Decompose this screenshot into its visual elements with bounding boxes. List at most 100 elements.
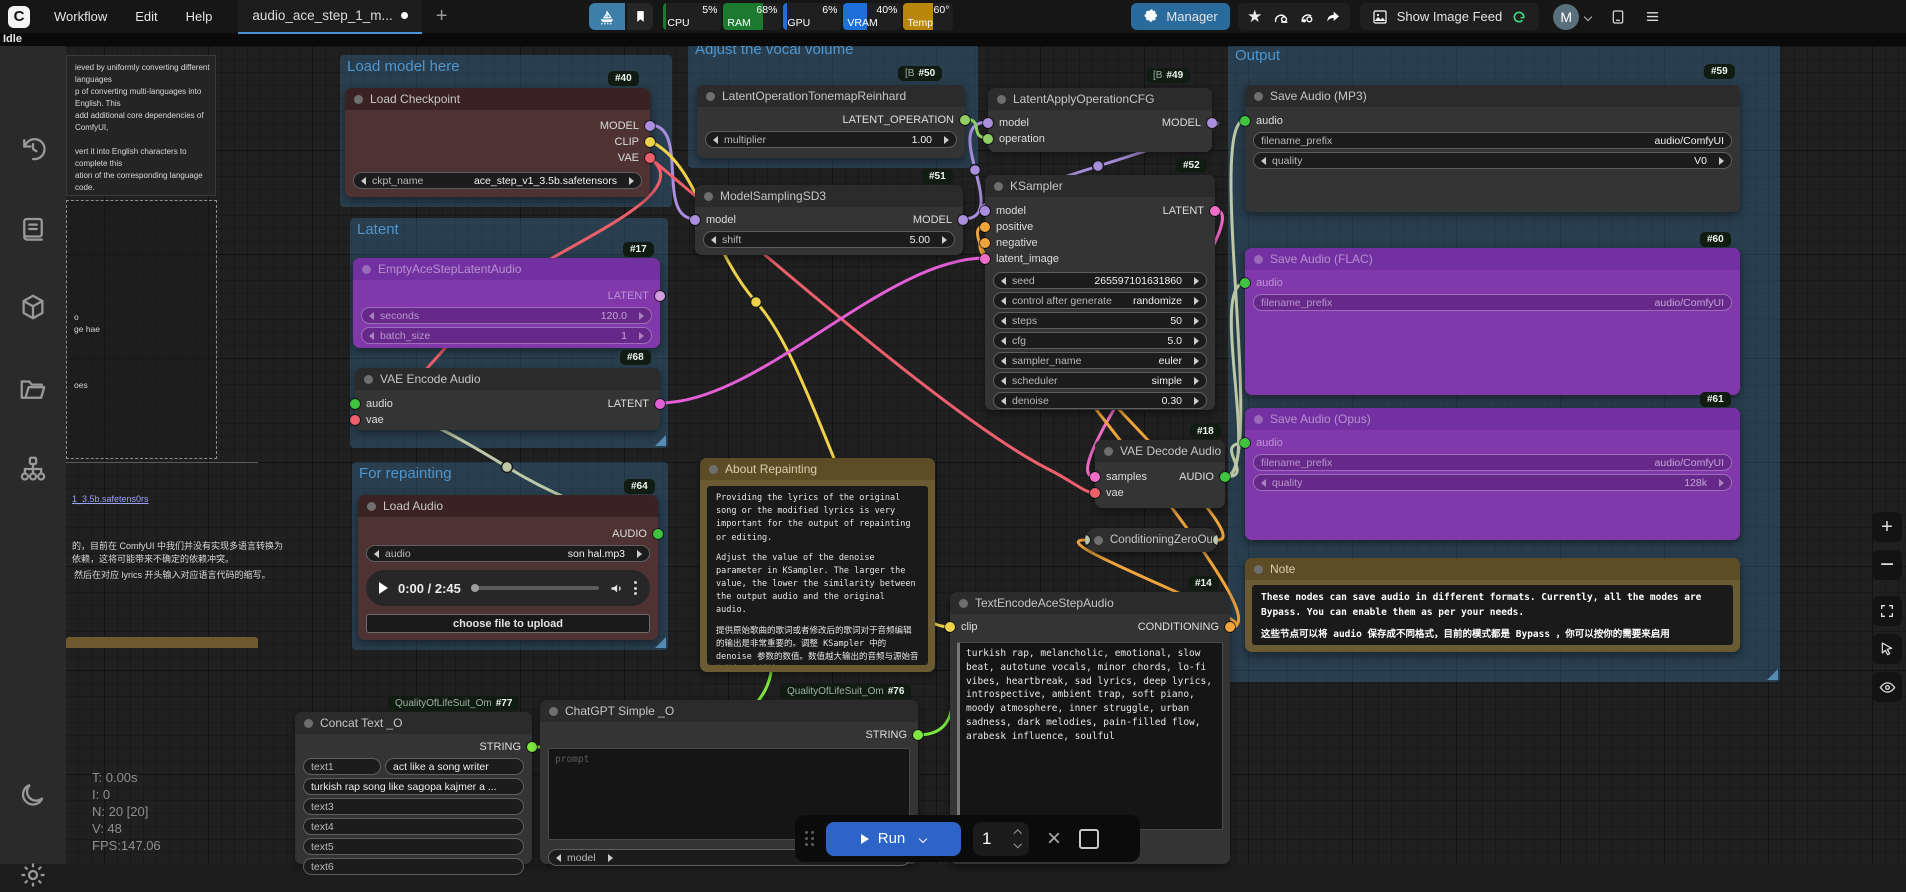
comfyui-logo-icon[interactable]: C — [8, 5, 30, 28]
batch-count-input[interactable]: 1 — [973, 821, 1029, 856]
widget-scheduler[interactable]: scheduler simple — [993, 372, 1207, 389]
next-arrow-icon[interactable] — [1194, 276, 1199, 285]
next-arrow-icon[interactable] — [629, 176, 634, 185]
output-pin-vae[interactable] — [645, 153, 655, 163]
input-pin-audio[interactable] — [1240, 438, 1250, 448]
prev-arrow-icon[interactable] — [1001, 296, 1006, 305]
next-arrow-icon[interactable] — [639, 331, 644, 340]
output-pin-latent[interactable] — [655, 291, 665, 301]
widget-text1-label[interactable]: text1 — [303, 758, 381, 775]
next-arrow-icon[interactable] — [1194, 336, 1199, 345]
node-map-icon[interactable] — [16, 452, 50, 486]
prev-arrow-icon[interactable] — [1001, 336, 1006, 345]
next-arrow-icon[interactable] — [944, 135, 949, 144]
input-pin-model[interactable] — [983, 118, 993, 128]
select-mode-button[interactable] — [1872, 634, 1902, 664]
favorites-star-icon[interactable]: ★ — [1242, 4, 1268, 30]
next-arrow-icon[interactable] — [637, 549, 642, 558]
workflow-tab[interactable]: audio_ace_step_1_m... — [238, 0, 422, 34]
prev-arrow-icon[interactable] — [374, 549, 379, 558]
fit-view-button[interactable] — [1872, 596, 1902, 626]
node-save-audio-mp3[interactable]: Save Audio (MP3) audio filename_prefix au… — [1240, 85, 1740, 212]
collapse-dot-icon[interactable] — [959, 598, 968, 608]
kebab-menu-icon[interactable] — [634, 581, 637, 595]
output-pin-latent-operation[interactable] — [960, 115, 970, 125]
widget-text5[interactable]: text5 — [303, 838, 524, 855]
manager-button[interactable]: Manager — [1131, 3, 1230, 30]
chevron-down-icon[interactable] — [1584, 12, 1593, 21]
audio-player[interactable]: 0:00 / 2:45 — [366, 570, 650, 606]
input-pin-audio[interactable] — [1240, 116, 1250, 126]
input-pin-vae[interactable] — [350, 415, 360, 425]
output-pin-latent[interactable] — [1210, 206, 1220, 216]
output-pin-clip[interactable] — [645, 137, 655, 147]
collapse-dot-icon[interactable] — [709, 464, 718, 474]
widget-filename-prefix[interactable]: filename_prefix audio/ComfyUI — [1253, 294, 1732, 311]
widget-filename-prefix[interactable]: filename_prefix audio/ComfyUI — [1253, 454, 1732, 471]
hidden-note-titlebar[interactable] — [66, 637, 258, 648]
output-pin-model[interactable] — [958, 215, 968, 225]
node-empty-ace-step-latent-audio[interactable]: EmptyAceStepLatentAudio LATENT seconds 12… — [353, 258, 665, 348]
collapse-dot-icon[interactable] — [364, 374, 373, 384]
widget-multiplier[interactable]: multiplier 1.00 — [705, 131, 957, 148]
collapse-dot-icon[interactable] — [1254, 254, 1263, 264]
bookmark-button[interactable] — [627, 3, 654, 30]
node-latent-operation-tonemap[interactable]: LatentOperationTonemapReinhard LATENT_OP… — [697, 85, 970, 158]
group-resize-handle[interactable] — [655, 637, 666, 648]
widget-quality[interactable]: quality V0 — [1253, 152, 1732, 169]
widget-shift[interactable]: shift 5.00 — [703, 231, 955, 248]
run-button[interactable]: Run — [826, 821, 961, 856]
volume-icon[interactable] — [609, 581, 624, 596]
node-load-audio[interactable]: Load Audio AUDIO audio son hal.mp3 0:00 /… — [358, 495, 663, 640]
widget-text3[interactable]: text3 — [303, 798, 524, 815]
widget-audio-file[interactable]: audio son hal.mp3 — [366, 545, 650, 562]
collapse-dot-icon[interactable] — [1104, 446, 1113, 456]
prev-arrow-icon[interactable] — [713, 135, 718, 144]
widget-denoise[interactable]: denoise 0.30 — [993, 392, 1207, 409]
node-concat-text[interactable]: Concat Text _O STRING text1 act like a s… — [295, 712, 537, 875]
collapse-dot-icon[interactable] — [1254, 564, 1263, 574]
nodes-map-button[interactable] — [589, 3, 626, 30]
step-down-icon[interactable] — [1013, 839, 1022, 848]
input-pin-samples[interactable] — [1090, 472, 1100, 482]
next-arrow-icon[interactable] — [639, 311, 644, 320]
next-arrow-icon[interactable] — [1194, 376, 1199, 385]
output-pin-audio[interactable] — [653, 529, 663, 539]
prev-arrow-icon[interactable] — [1001, 376, 1006, 385]
hamburger-menu-icon[interactable] — [1639, 4, 1665, 30]
play-icon[interactable] — [379, 582, 388, 594]
node-model-sampling-sd3[interactable]: ModelSamplingSD3 model MODEL shift 5.00 — [690, 185, 968, 255]
widget-text4[interactable]: text4 — [303, 818, 524, 835]
input-pin-negative[interactable] — [980, 238, 990, 248]
node-ksampler[interactable]: KSampler model LATENT positive negative l… — [980, 175, 1220, 410]
panel-toggle-icon[interactable] — [1605, 4, 1631, 30]
node-conditioning-zero-out[interactable]: ConditioningZeroOut — [1085, 528, 1218, 552]
widget-text6[interactable]: text6 — [303, 858, 524, 875]
group-resize-handle[interactable] — [655, 435, 666, 446]
next-arrow-icon[interactable] — [1719, 156, 1724, 165]
input-pin-latent-image[interactable] — [980, 254, 990, 264]
collapse-dot-icon[interactable] — [549, 706, 558, 716]
prev-arrow-icon[interactable] — [556, 853, 561, 862]
new-workflow-tab-button[interactable]: + — [422, 5, 462, 28]
zoom-in-button[interactable]: + — [1872, 512, 1902, 542]
input-pin-audio[interactable] — [1240, 278, 1250, 288]
upload-button[interactable]: choose file to upload — [366, 614, 650, 633]
user-avatar[interactable]: M — [1553, 3, 1580, 30]
prev-arrow-icon[interactable] — [1001, 316, 1006, 325]
node-note-about-repainting[interactable]: About Repainting Providing the lyrics of… — [700, 458, 935, 672]
input-pin-model[interactable] — [690, 215, 700, 225]
collapse-dot-icon[interactable] — [1254, 91, 1263, 101]
collapse-dot-icon[interactable] — [354, 94, 363, 104]
node-load-checkpoint[interactable]: Load Checkpoint MODEL CLIP VAE ckpt_name… — [345, 88, 655, 197]
output-pin-conditioning[interactable] — [1213, 535, 1218, 545]
collapse-dot-icon[interactable] — [704, 191, 713, 201]
collapse-dot-icon[interactable] — [1254, 414, 1263, 424]
widget-quality[interactable]: quality 128k — [1253, 474, 1732, 491]
node-save-audio-flac[interactable]: Save Audio (FLAC) audio filename_prefix a… — [1240, 248, 1740, 395]
prev-arrow-icon[interactable] — [369, 331, 374, 340]
widget-steps[interactable]: steps 50 — [993, 312, 1207, 329]
collapse-dot-icon[interactable] — [304, 718, 313, 728]
next-arrow-icon[interactable] — [607, 853, 613, 862]
node-vae-encode-audio[interactable]: VAE Encode Audio audio LATENT vae — [350, 368, 665, 430]
